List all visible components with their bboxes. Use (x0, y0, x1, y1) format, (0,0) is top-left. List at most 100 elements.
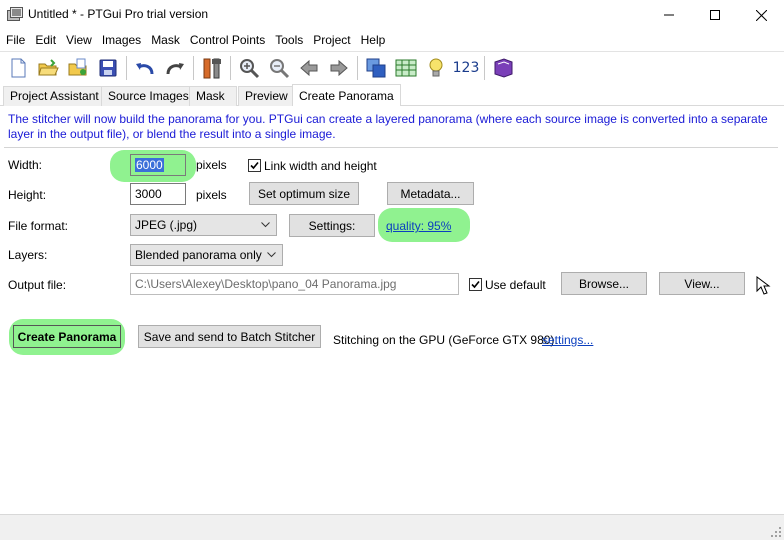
tip-button[interactable] (421, 53, 451, 83)
close-button[interactable] (738, 0, 784, 30)
divider (4, 147, 778, 148)
browse-button[interactable]: Browse... (561, 272, 647, 295)
file-format-select[interactable]: JPEG (.jpg) (130, 214, 277, 236)
menu-help[interactable]: Help (356, 30, 391, 50)
gpu-settings-link[interactable]: settings... (542, 333, 593, 347)
undo-icon (136, 62, 154, 74)
lightbulb-icon (429, 58, 443, 76)
forward-arrow-icon (330, 59, 348, 76)
panorama-editor-button[interactable] (361, 53, 391, 83)
resize-grip-icon[interactable] (770, 526, 782, 538)
height-input[interactable]: 3000 (130, 183, 186, 205)
quality-link[interactable]: quality: 95% (386, 219, 451, 233)
open-recent-icon (68, 58, 87, 75)
metadata-button[interactable]: Metadata... (387, 182, 474, 205)
menu-mask[interactable]: Mask (146, 30, 185, 50)
status-bar (0, 514, 784, 540)
use-default-checkbox[interactable] (469, 278, 482, 291)
chevron-down-icon (267, 252, 276, 258)
format-settings-button[interactable]: Settings: (289, 214, 375, 237)
toolbar-separator (357, 55, 358, 80)
gpu-status-text: Stitching on the GPU (GeForce GTX 980). (333, 333, 558, 347)
width-value: 6000 (135, 158, 164, 172)
tab-mask[interactable]: Mask (189, 86, 237, 106)
minimize-button[interactable] (646, 0, 692, 30)
toolbar: 123 (0, 51, 784, 83)
open-recent-button[interactable] (63, 53, 93, 83)
width-pixels-label: pixels (196, 158, 227, 172)
output-file-input[interactable]: C:\Users\Alexey\Desktop\pano_04 Panorama… (130, 273, 459, 295)
new-file-icon (11, 58, 26, 77)
forward-button[interactable] (324, 53, 354, 83)
back-arrow-icon (300, 59, 318, 76)
open-project-button[interactable] (33, 53, 63, 83)
layers-select[interactable]: Blended panorama only (130, 244, 283, 266)
minimize-icon (664, 14, 674, 16)
back-button[interactable] (294, 53, 324, 83)
file-format-label: File format: (8, 219, 69, 233)
window-title: Untitled * - PTGui Pro trial version (28, 7, 209, 21)
title-bar: Untitled * - PTGui Pro trial version (0, 0, 784, 30)
panorama-editor-icon (366, 58, 386, 77)
mouse-cursor-icon (756, 276, 771, 295)
table-icon (395, 59, 417, 76)
zoom-in-icon (240, 58, 260, 78)
toolbar-separator (230, 55, 231, 80)
use-default-label: Use default (485, 278, 546, 292)
menu-tools[interactable]: Tools (270, 30, 308, 50)
create-panorama-button[interactable]: Create Panorama (13, 325, 121, 348)
new-file-button[interactable] (3, 53, 33, 83)
zoom-out-button[interactable] (264, 53, 294, 83)
book-icon (494, 57, 513, 78)
table-button[interactable] (391, 53, 421, 83)
tools-button[interactable] (197, 53, 227, 83)
toolbar-separator (126, 55, 127, 80)
width-label: Width: (8, 158, 43, 172)
checkmark-icon (471, 280, 480, 289)
width-input[interactable]: 6000 (130, 154, 186, 176)
checkmark-icon (250, 161, 259, 170)
menu-project[interactable]: Project (308, 30, 355, 50)
layers-label: Layers: (8, 248, 48, 262)
menu-edit[interactable]: Edit (30, 30, 61, 50)
maximize-button[interactable] (692, 0, 738, 30)
height-label: Height: (8, 188, 47, 202)
close-icon (755, 9, 767, 21)
height-pixels-label: pixels (196, 188, 227, 202)
menu-control-points[interactable]: Control Points (185, 30, 270, 50)
output-file-label: Output file: (8, 278, 67, 292)
help-book-button[interactable] (488, 53, 518, 83)
zoom-out-icon (270, 58, 290, 78)
numbers-button[interactable]: 123 (451, 53, 481, 83)
toolbar-separator (193, 55, 194, 80)
view-button[interactable]: View... (659, 272, 745, 295)
ptgui-app-icon (7, 7, 23, 22)
undo-button[interactable] (130, 53, 160, 83)
save-send-batch-button[interactable]: Save and send to Batch Stitcher (138, 325, 321, 348)
save-button[interactable] (93, 53, 123, 83)
tab-create-panorama[interactable]: Create Panorama (292, 84, 401, 107)
menu-file[interactable]: File (1, 30, 30, 50)
tab-preview[interactable]: Preview (238, 86, 295, 106)
zoom-in-button[interactable] (234, 53, 264, 83)
tools-icon (203, 58, 221, 78)
open-folder-icon (38, 58, 59, 75)
set-optimum-size-button[interactable]: Set optimum size (249, 182, 359, 205)
tab-source-images[interactable]: Source Images (101, 86, 196, 106)
menu-view[interactable]: View (61, 30, 97, 50)
save-icon (99, 59, 117, 76)
redo-icon (166, 62, 184, 74)
numbers-icon: 123 (452, 59, 480, 76)
chevron-down-icon (261, 222, 270, 228)
menu-images[interactable]: Images (97, 30, 146, 50)
link-width-height-checkbox[interactable] (248, 159, 261, 172)
tab-project-assistant[interactable]: Project Assistant (3, 86, 106, 106)
intro-text: The stitcher will now build the panorama… (8, 112, 768, 141)
layers-value: Blended panorama only (135, 248, 262, 262)
menu-bar: File Edit View Images Mask Control Point… (0, 30, 784, 50)
redo-button[interactable] (160, 53, 190, 83)
tab-bar: Project Assistant Source Images Mask Pre… (0, 84, 784, 107)
toolbar-separator (484, 55, 485, 80)
link-width-height-label: Link width and height (264, 159, 377, 173)
maximize-icon (710, 10, 720, 20)
